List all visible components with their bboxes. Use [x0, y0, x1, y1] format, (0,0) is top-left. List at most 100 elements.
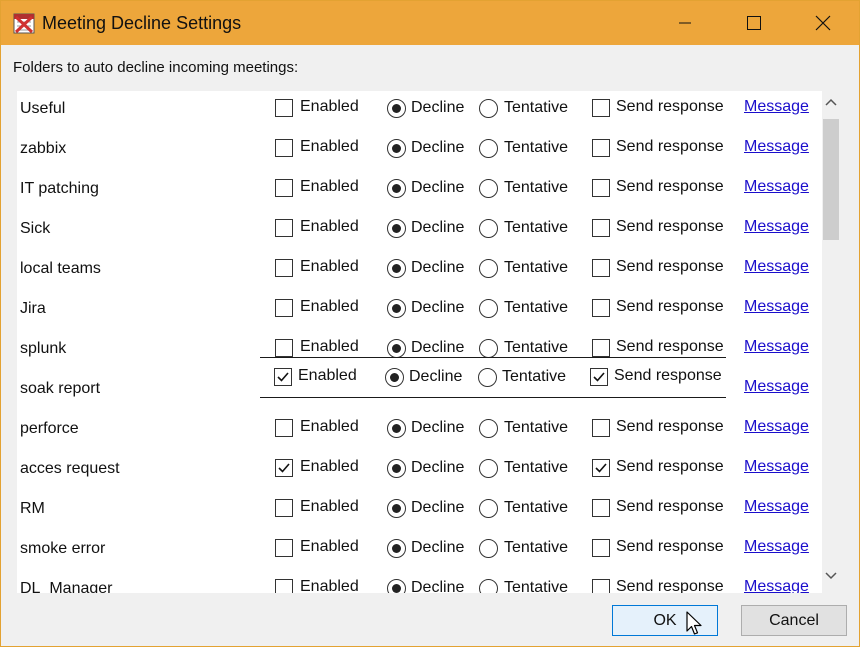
- enabled-checkbox[interactable]: [275, 139, 293, 157]
- tentative-radio[interactable]: [479, 459, 498, 478]
- message-link[interactable]: Message: [744, 338, 809, 356]
- message-link[interactable]: Message: [744, 418, 809, 436]
- message-link[interactable]: Message: [744, 98, 809, 116]
- send-response-label: Send response: [616, 498, 724, 515]
- enabled-checkbox[interactable]: [275, 419, 293, 437]
- scroll-up-icon[interactable]: [822, 97, 839, 111]
- send-response-checkbox[interactable]: [592, 579, 610, 593]
- tentative-radio[interactable]: [479, 259, 498, 278]
- folder-name: zabbix: [20, 140, 67, 157]
- send-response-label: Send response: [616, 218, 724, 235]
- maximize-icon[interactable]: [731, 1, 777, 45]
- folder-row: local teams Enabled Decline Tentative Send r…: [17, 249, 821, 290]
- tentative-radio[interactable]: [479, 499, 498, 518]
- decline-label: Decline: [411, 539, 465, 556]
- decline-radio[interactable]: [387, 419, 406, 438]
- send-response-checkbox[interactable]: [592, 419, 610, 437]
- message-link[interactable]: Message: [744, 258, 809, 276]
- message-link[interactable]: Message: [744, 538, 809, 556]
- enabled-label: Enabled: [300, 418, 359, 435]
- send-response-checkbox[interactable]: [592, 259, 610, 277]
- close-icon[interactable]: [800, 1, 846, 45]
- decline-radio[interactable]: [387, 139, 406, 158]
- row-editor[interactable]: Enabled Decline Tentative Send response: [260, 357, 726, 398]
- enabled-checkbox[interactable]: [275, 219, 293, 237]
- folder-row: Useful Enabled Decline Tentative Send respon…: [17, 91, 821, 130]
- tentative-radio[interactable]: [479, 179, 498, 198]
- send-response-label: Send response: [616, 298, 724, 315]
- editor-tentative-radio[interactable]: [478, 368, 497, 387]
- decline-radio[interactable]: [387, 539, 406, 558]
- send-response-checkbox[interactable]: [592, 339, 610, 357]
- enabled-checkbox[interactable]: [275, 579, 293, 593]
- decline-radio[interactable]: [387, 499, 406, 518]
- tentative-radio[interactable]: [479, 419, 498, 438]
- vertical-scrollbar[interactable]: [822, 91, 839, 593]
- editor-enabled-label: Enabled: [298, 367, 357, 384]
- title-bar[interactable]: Meeting Decline Settings: [1, 1, 859, 45]
- send-response-label: Send response: [616, 178, 724, 195]
- editor-send-response-checkbox[interactable]: [590, 368, 608, 386]
- tentative-radio[interactable]: [479, 539, 498, 558]
- tentative-label: Tentative: [504, 339, 569, 356]
- enabled-label: Enabled: [300, 178, 359, 195]
- decline-radio[interactable]: [387, 579, 406, 593]
- message-link[interactable]: Message: [744, 298, 809, 316]
- message-link[interactable]: Message: [744, 458, 809, 476]
- folder-list[interactable]: Useful Enabled Decline Tentative Send respon…: [17, 91, 839, 593]
- folder-row: perforce Enabled Decline Tentative Send resp…: [17, 409, 821, 450]
- folder-name: Useful: [20, 100, 66, 117]
- message-link[interactable]: Message: [744, 578, 809, 593]
- folder-name: IT patching: [20, 180, 99, 197]
- message-link[interactable]: Message: [744, 378, 809, 396]
- scroll-down-icon[interactable]: [822, 571, 839, 585]
- send-response-checkbox[interactable]: [592, 99, 610, 117]
- enabled-label: Enabled: [300, 458, 359, 475]
- send-response-label: Send response: [616, 138, 724, 155]
- editor-enabled-checkbox[interactable]: [274, 368, 292, 386]
- decline-radio[interactable]: [387, 459, 406, 478]
- tentative-radio[interactable]: [479, 139, 498, 158]
- tentative-radio[interactable]: [479, 579, 498, 593]
- enabled-checkbox[interactable]: [275, 259, 293, 277]
- enabled-checkbox[interactable]: [275, 99, 293, 117]
- decline-radio[interactable]: [387, 339, 406, 358]
- enabled-checkbox[interactable]: [275, 339, 293, 357]
- enabled-checkbox[interactable]: [275, 179, 293, 197]
- decline-radio[interactable]: [387, 259, 406, 278]
- decline-radio[interactable]: [387, 99, 406, 118]
- minimize-icon[interactable]: [662, 1, 708, 45]
- enabled-checkbox[interactable]: [275, 499, 293, 517]
- folder-row: zabbix Enabled Decline Tentative Send respon…: [17, 129, 821, 170]
- enabled-checkbox[interactable]: [275, 459, 293, 477]
- editor-decline-radio[interactable]: [385, 368, 404, 387]
- cancel-button[interactable]: Cancel: [741, 605, 847, 636]
- tentative-label: Tentative: [504, 299, 569, 316]
- tentative-radio[interactable]: [479, 339, 498, 358]
- folder-name: perforce: [20, 420, 79, 437]
- message-link[interactable]: Message: [744, 178, 809, 196]
- send-response-checkbox[interactable]: [592, 539, 610, 557]
- send-response-label: Send response: [616, 578, 724, 593]
- send-response-checkbox[interactable]: [592, 299, 610, 317]
- tentative-radio[interactable]: [479, 219, 498, 238]
- enabled-checkbox[interactable]: [275, 539, 293, 557]
- scrollbar-thumb[interactable]: [823, 119, 839, 240]
- editor-decline-label: Decline: [409, 368, 463, 385]
- tentative-label: Tentative: [504, 99, 569, 116]
- folder-name: soak report: [20, 380, 101, 397]
- decline-radio[interactable]: [387, 179, 406, 198]
- message-link[interactable]: Message: [744, 218, 809, 236]
- decline-radio[interactable]: [387, 299, 406, 318]
- message-link[interactable]: Message: [744, 138, 809, 156]
- enabled-checkbox[interactable]: [275, 299, 293, 317]
- tentative-radio[interactable]: [479, 99, 498, 118]
- send-response-checkbox[interactable]: [592, 139, 610, 157]
- send-response-checkbox[interactable]: [592, 179, 610, 197]
- message-link[interactable]: Message: [744, 498, 809, 516]
- tentative-radio[interactable]: [479, 299, 498, 318]
- send-response-checkbox[interactable]: [592, 219, 610, 237]
- decline-radio[interactable]: [387, 219, 406, 238]
- send-response-checkbox[interactable]: [592, 459, 610, 477]
- send-response-checkbox[interactable]: [592, 499, 610, 517]
